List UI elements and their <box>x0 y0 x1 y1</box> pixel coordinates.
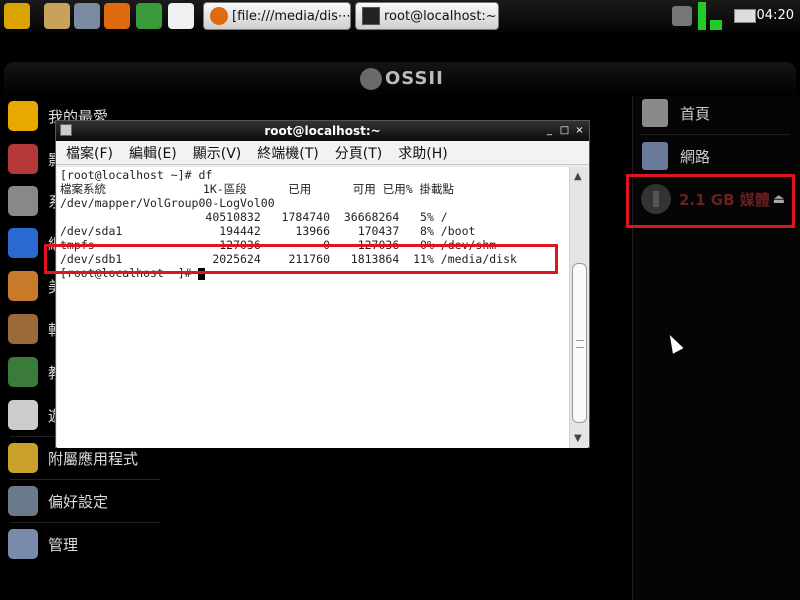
menu-edit[interactable]: 編輯(E) <box>129 143 177 163</box>
terminal-line: /dev/sda1 194442 13966 170437 8% /boot <box>60 224 476 238</box>
tux-icon[interactable] <box>168 3 194 29</box>
brand-logo: OSSII <box>360 68 444 90</box>
menu-bar: 檔案(F) 編輯(E) 顯示(V) 終端機(T) 分頁(T) 求助(H) <box>56 141 589 165</box>
monitor-icon[interactable] <box>74 3 100 29</box>
firefox-icon[interactable] <box>104 3 130 29</box>
alert-icon[interactable] <box>672 6 692 26</box>
tools-icon <box>8 443 38 473</box>
signal-meter-icon <box>698 2 706 30</box>
menu-help[interactable]: 求助(H) <box>398 143 447 163</box>
admin-icon <box>8 529 38 559</box>
hammer-icon <box>8 314 38 344</box>
place-home[interactable]: 首頁 <box>642 96 710 130</box>
minimize-icon[interactable]: _ <box>544 125 555 136</box>
menu-terminal[interactable]: 終端機(T) <box>257 143 318 163</box>
logo-icon <box>360 68 382 90</box>
film-icon <box>8 144 38 174</box>
divider <box>10 522 160 523</box>
menu-tabs[interactable]: 分頁(T) <box>335 143 382 163</box>
signal-meter-icon <box>710 20 722 30</box>
star-icon <box>8 101 38 131</box>
preferences-icon <box>8 486 38 516</box>
highlight-box-sdb1 <box>44 244 558 274</box>
terminal-icon <box>362 7 380 25</box>
home-folder-icon <box>642 99 668 127</box>
terminal-line: [root@localhost ~]# df <box>60 168 213 182</box>
clock[interactable]: 04:20 <box>757 8 794 23</box>
divider <box>640 134 790 135</box>
task-label: root@localhost:~ <box>384 8 497 24</box>
terminal-window[interactable]: root@localhost:~ _ □ × 檔案(F) 編輯(E) 顯示(V)… <box>55 120 590 448</box>
menu-file[interactable]: 檔案(F) <box>66 143 113 163</box>
title-bar[interactable]: root@localhost:~ _ □ × <box>56 121 589 141</box>
taskbar-task-terminal[interactable]: root@localhost:~ <box>355 2 499 30</box>
task-label: [file:///media/dis⋯ <box>232 8 351 24</box>
scroll-thumb[interactable] <box>572 263 587 423</box>
terminal-output[interactable]: [root@localhost ~]# df 檔案系統 1K-區段 已用 可用 … <box>57 167 569 448</box>
maximize-icon[interactable]: □ <box>559 125 570 136</box>
tux-menu-icon[interactable] <box>4 3 30 29</box>
firefox-icon <box>210 7 228 25</box>
menu-item-9[interactable]: 偏好設定 <box>8 481 168 521</box>
books-icon <box>8 357 38 387</box>
globe-icon <box>8 228 38 258</box>
gear-icon <box>8 186 38 216</box>
scrollbar[interactable]: ▲ ▼ <box>569 167 588 448</box>
menu-item-label: 偏好設定 <box>48 492 109 511</box>
terminal-line: /dev/mapper/VolGroup00-LogVol00 <box>60 196 275 210</box>
scroll-down-arrow-icon[interactable]: ▼ <box>574 433 582 444</box>
menu-item-10[interactable]: 管理 <box>8 524 168 564</box>
file-manager-icon[interactable] <box>44 3 70 29</box>
terminal-line: 40510832 1784740 36668264 5% / <box>60 210 448 224</box>
menu-item-label: 管理 <box>48 535 79 554</box>
top-panel: [file:///media/dis⋯ root@localhost:~ 04:… <box>0 0 800 32</box>
terminal-line: 檔案系統 1K-區段 已用 可用 已用% 掛載點 <box>60 182 455 196</box>
highlight-box-media <box>626 174 795 228</box>
close-icon[interactable]: × <box>574 125 585 136</box>
window-title: root@localhost:~ <box>264 124 381 138</box>
network-icon <box>642 142 668 170</box>
scroll-up-arrow-icon[interactable]: ▲ <box>574 171 582 182</box>
keyboard-icon[interactable] <box>734 9 756 23</box>
menu-view[interactable]: 顯示(V) <box>193 143 242 163</box>
place-network[interactable]: 網路 <box>642 139 710 173</box>
menu-item-label: 附屬應用程式 <box>48 449 139 468</box>
cards-icon <box>8 400 38 430</box>
palette-icon <box>8 271 38 301</box>
divider <box>10 479 160 480</box>
taskbar-task-browser[interactable]: [file:///media/dis⋯ <box>203 2 351 30</box>
switch-window-icon[interactable] <box>136 3 162 29</box>
